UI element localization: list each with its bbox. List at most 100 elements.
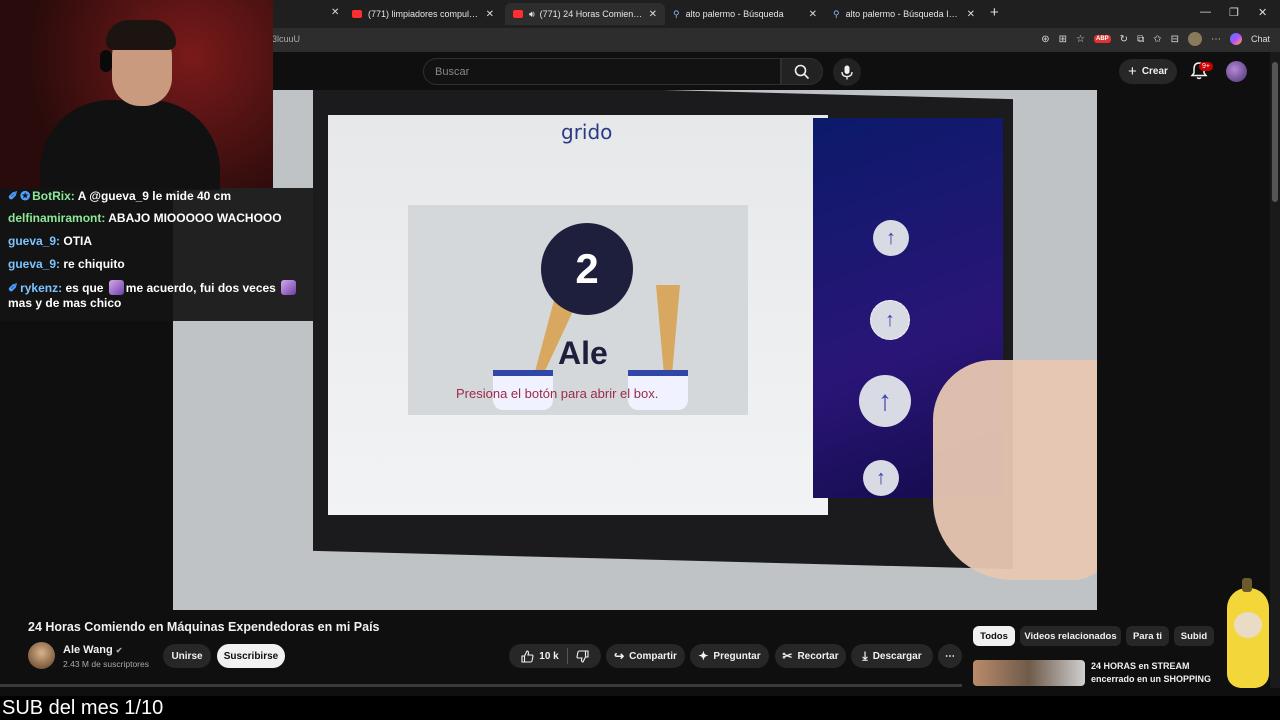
profile-avatar[interactable] (1187, 32, 1202, 46)
emote-icon (281, 280, 297, 295)
hand (933, 360, 1097, 580)
chat-username[interactable]: BotRix (32, 189, 71, 203)
ask-button[interactable]: ✦ Preguntar (690, 644, 769, 668)
chat-button[interactable]: Chat (1251, 34, 1270, 44)
channel-name-wrap[interactable]: Ale Wang ✔ (63, 644, 122, 656)
chat-text: ABAJO MIOOOOO WACHOOO (108, 211, 282, 225)
tab-title: alto palermo - Búsqueda (685, 9, 784, 19)
arrow-up-icon: ↑ (873, 220, 909, 256)
chip-todos[interactable]: Todos (973, 626, 1015, 646)
new-tab-icon[interactable]: + (990, 4, 999, 21)
download-button[interactable]: ⤓ Descargar (851, 644, 933, 668)
scrollbar-thumb[interactable] (1272, 62, 1278, 202)
search-button[interactable] (781, 58, 823, 85)
thumbs-up-icon (521, 649, 534, 663)
cat-face (1234, 612, 1262, 638)
emote-icon (108, 280, 124, 295)
browser-toolbar: ⊛ ⊞ ☆ ABP ↻ ⧉ ✩ ⊟ ⋯ Chat (1041, 32, 1270, 46)
tab-limpiadores[interactable]: (771) limpiadores compulsivos - Y ✕ (344, 3, 502, 25)
share-button[interactable]: ↪ Compartir (606, 644, 685, 668)
more-icon[interactable]: ⋯ (1211, 34, 1221, 45)
speaker-icon[interactable]: 🔊︎ (529, 9, 535, 20)
close-icon[interactable]: ✕ (809, 9, 817, 20)
tab-alto-palermo-imagenes[interactable]: ⚲ alto palermo - Búsqueda Imágenes ✕ (825, 3, 983, 25)
adblock-icon[interactable]: ABP (1094, 35, 1111, 43)
clip-button[interactable]: ✂ Recortar (775, 644, 846, 668)
chip-subidos[interactable]: Subid (1174, 626, 1214, 646)
apps-icon[interactable]: ⊞ (1059, 34, 1067, 45)
voice-search-button[interactable] (833, 58, 861, 86)
refresh-icon[interactable]: ↻ (1120, 34, 1128, 45)
download-label: Descargar (872, 650, 922, 662)
account-avatar[interactable] (1226, 61, 1247, 82)
chip-para-ti[interactable]: Para ti (1126, 626, 1169, 646)
collections-icon[interactable]: ⊟ (1171, 34, 1179, 45)
chat-message: delfinamiramont: ABAJO MIOOOOO WACHOOO (8, 211, 282, 225)
more-horizontal-icon: ⋯ (945, 650, 955, 662)
like-count: 10 k (539, 650, 559, 662)
page-scrollbar[interactable] (1270, 52, 1280, 688)
channel-name[interactable]: Ale Wang (63, 644, 113, 656)
favorites-icon[interactable]: ✩ (1153, 34, 1161, 45)
video-progress-bar[interactable] (0, 684, 962, 687)
banana-stem (1242, 578, 1252, 592)
close-window-icon[interactable]: ✕ (1258, 6, 1267, 19)
search-input[interactable]: Buscar (423, 58, 781, 85)
channel-avatar[interactable] (28, 642, 55, 669)
arrow-up-icon: ↑ (863, 460, 899, 496)
ask-label: Preguntar (713, 650, 761, 662)
tab-24-horas[interactable]: 🔊︎ (771) 24 Horas Comiendo en M ✕ (505, 3, 665, 25)
chip-label: Para ti (1132, 630, 1163, 642)
chat-username[interactable]: gueva_9 (8, 234, 56, 248)
translate-icon[interactable]: ⊛ (1041, 34, 1049, 45)
chat-message: gueva_9: re chiquito (8, 257, 125, 271)
plus-icon: + (1128, 63, 1137, 80)
like-button[interactable]: 10 k (521, 649, 559, 663)
video-title: 24 Horas Comiendo en Máquinas Expendedor… (28, 620, 380, 634)
related-video-title[interactable]: 24 HORAS en STREAM encerrado en un SHOPP… (1091, 660, 1221, 686)
verified-icon: ✔ (115, 646, 123, 655)
stream-caption: SUB del mes 1/10 (0, 696, 1280, 720)
arrow-up-icon: ↑ (870, 300, 910, 340)
chat-username[interactable]: delfinamiramont (8, 211, 101, 225)
create-label: Crear (1141, 66, 1168, 77)
more-actions-button[interactable]: ⋯ (938, 644, 962, 668)
extensions-icon[interactable]: ⧉ (1137, 34, 1144, 45)
chat-username[interactable]: gueva_9 (8, 257, 56, 271)
thumbs-down-icon[interactable] (576, 649, 589, 663)
video-player[interactable]: ↑ ↑ ↑ ↑ grido 2 Ale Presiona el botón pa… (173, 90, 1097, 610)
chat-text: OTIA (63, 234, 93, 248)
customer-name: Ale (558, 335, 608, 371)
banana-cat-overlay (1222, 578, 1272, 696)
favorite-star-icon[interactable]: ☆ (1076, 34, 1085, 45)
minimize-icon[interactable]: — (1200, 6, 1211, 18)
microphone-icon (841, 65, 853, 79)
restore-icon[interactable]: ❐ (1229, 6, 1239, 19)
close-icon[interactable]: ✕ (486, 9, 494, 20)
copilot-icon[interactable] (1229, 33, 1242, 45)
verified-bot-icon: ✪ (20, 189, 31, 203)
related-video-thumbnail[interactable] (973, 660, 1085, 686)
chat-username[interactable]: rykenz (20, 281, 58, 295)
chat-message: ✐ rykenz: es que me acuerdo, fui dos vece… (8, 280, 305, 311)
search-icon: ⚲ (673, 8, 680, 19)
like-dislike-group: 10 k (509, 644, 601, 668)
search-icon: ⚲ (833, 8, 840, 19)
sparkle-icon: ✦ (698, 649, 709, 663)
chip-related[interactable]: Videos relacionados (1020, 626, 1121, 646)
search-placeholder: Buscar (435, 66, 470, 78)
tab-close-icon[interactable]: ✕ (331, 7, 339, 18)
machine-instruction: Presiona el botón para abrir el box. (456, 386, 659, 401)
join-button[interactable]: Unirse (163, 644, 211, 668)
url-text[interactable]: 3lcuuU (272, 34, 300, 44)
create-button[interactable]: + Crear (1119, 59, 1177, 84)
close-icon[interactable]: ✕ (967, 9, 975, 20)
subscribe-button[interactable]: Suscribirse (217, 644, 285, 668)
chat-text: me acuerdo, fui dos veces (125, 281, 276, 295)
close-icon[interactable]: ✕ (649, 9, 657, 20)
streamer-webcam (0, 0, 273, 190)
share-icon: ↪ (614, 649, 625, 663)
search-icon (794, 64, 810, 79)
chat-text: mas y de mas chico (8, 296, 122, 310)
tab-alto-palermo[interactable]: ⚲ alto palermo - Búsqueda ✕ (665, 3, 825, 25)
